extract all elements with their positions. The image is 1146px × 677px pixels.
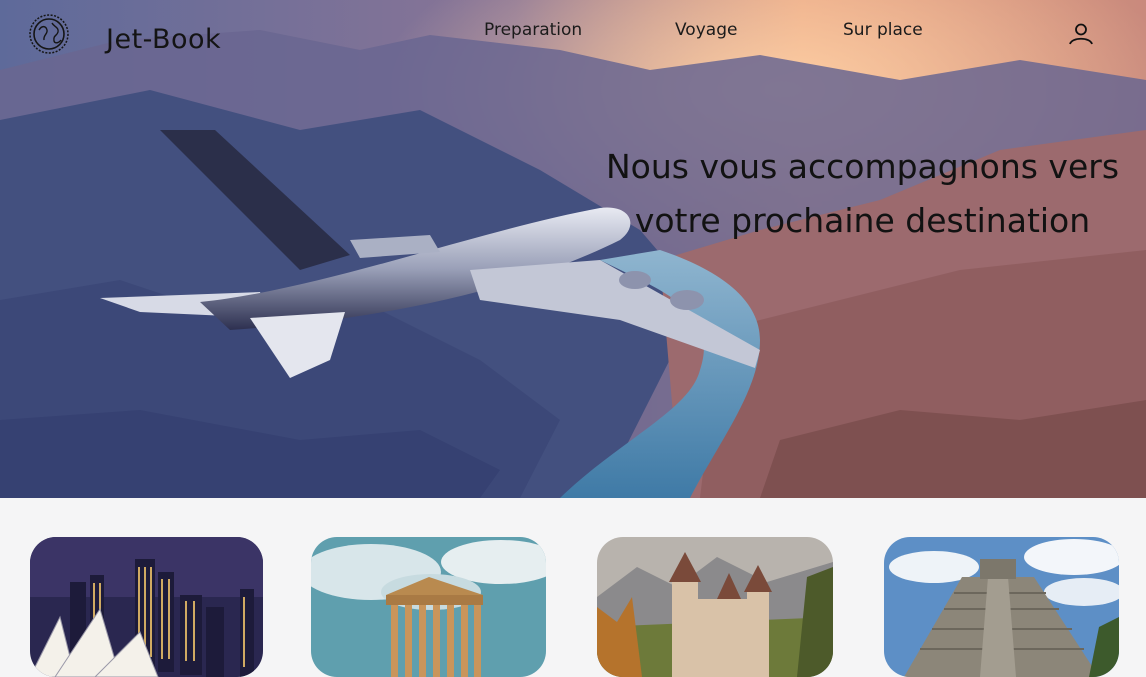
destination-card-sydney[interactable]: [30, 537, 263, 677]
hero-banner: Jet-Book Preparation Voyage Sur place No…: [0, 0, 1146, 498]
destination-card-castle[interactable]: [597, 537, 833, 677]
destination-cards: [0, 498, 1146, 677]
castle-image: [597, 537, 833, 677]
hero-headline: Nous vous accompagnons vers votre procha…: [600, 140, 1125, 248]
nav-link-sur-place[interactable]: Sur place: [843, 20, 923, 40]
globe-icon[interactable]: [28, 13, 70, 55]
mayan-pyramid-image: [884, 537, 1119, 677]
hero-headline-line-2: votre prochaine destination: [634, 201, 1091, 240]
greek-temple-image: [311, 537, 546, 677]
user-icon[interactable]: [1068, 21, 1094, 47]
sydney-opera-house-image: [30, 537, 263, 677]
brand-name[interactable]: Jet-Book: [106, 24, 221, 55]
destination-card-temple[interactable]: [311, 537, 546, 677]
top-navigation: Jet-Book Preparation Voyage Sur place: [0, 0, 1146, 70]
nav-link-voyage[interactable]: Voyage: [675, 20, 737, 40]
hero-headline-line-1: Nous vous accompagnons vers: [605, 147, 1120, 186]
nav-link-preparation[interactable]: Preparation: [484, 20, 582, 40]
destination-card-pyramid[interactable]: [884, 537, 1119, 677]
hero-image-airplane-canyon: [0, 0, 1146, 498]
